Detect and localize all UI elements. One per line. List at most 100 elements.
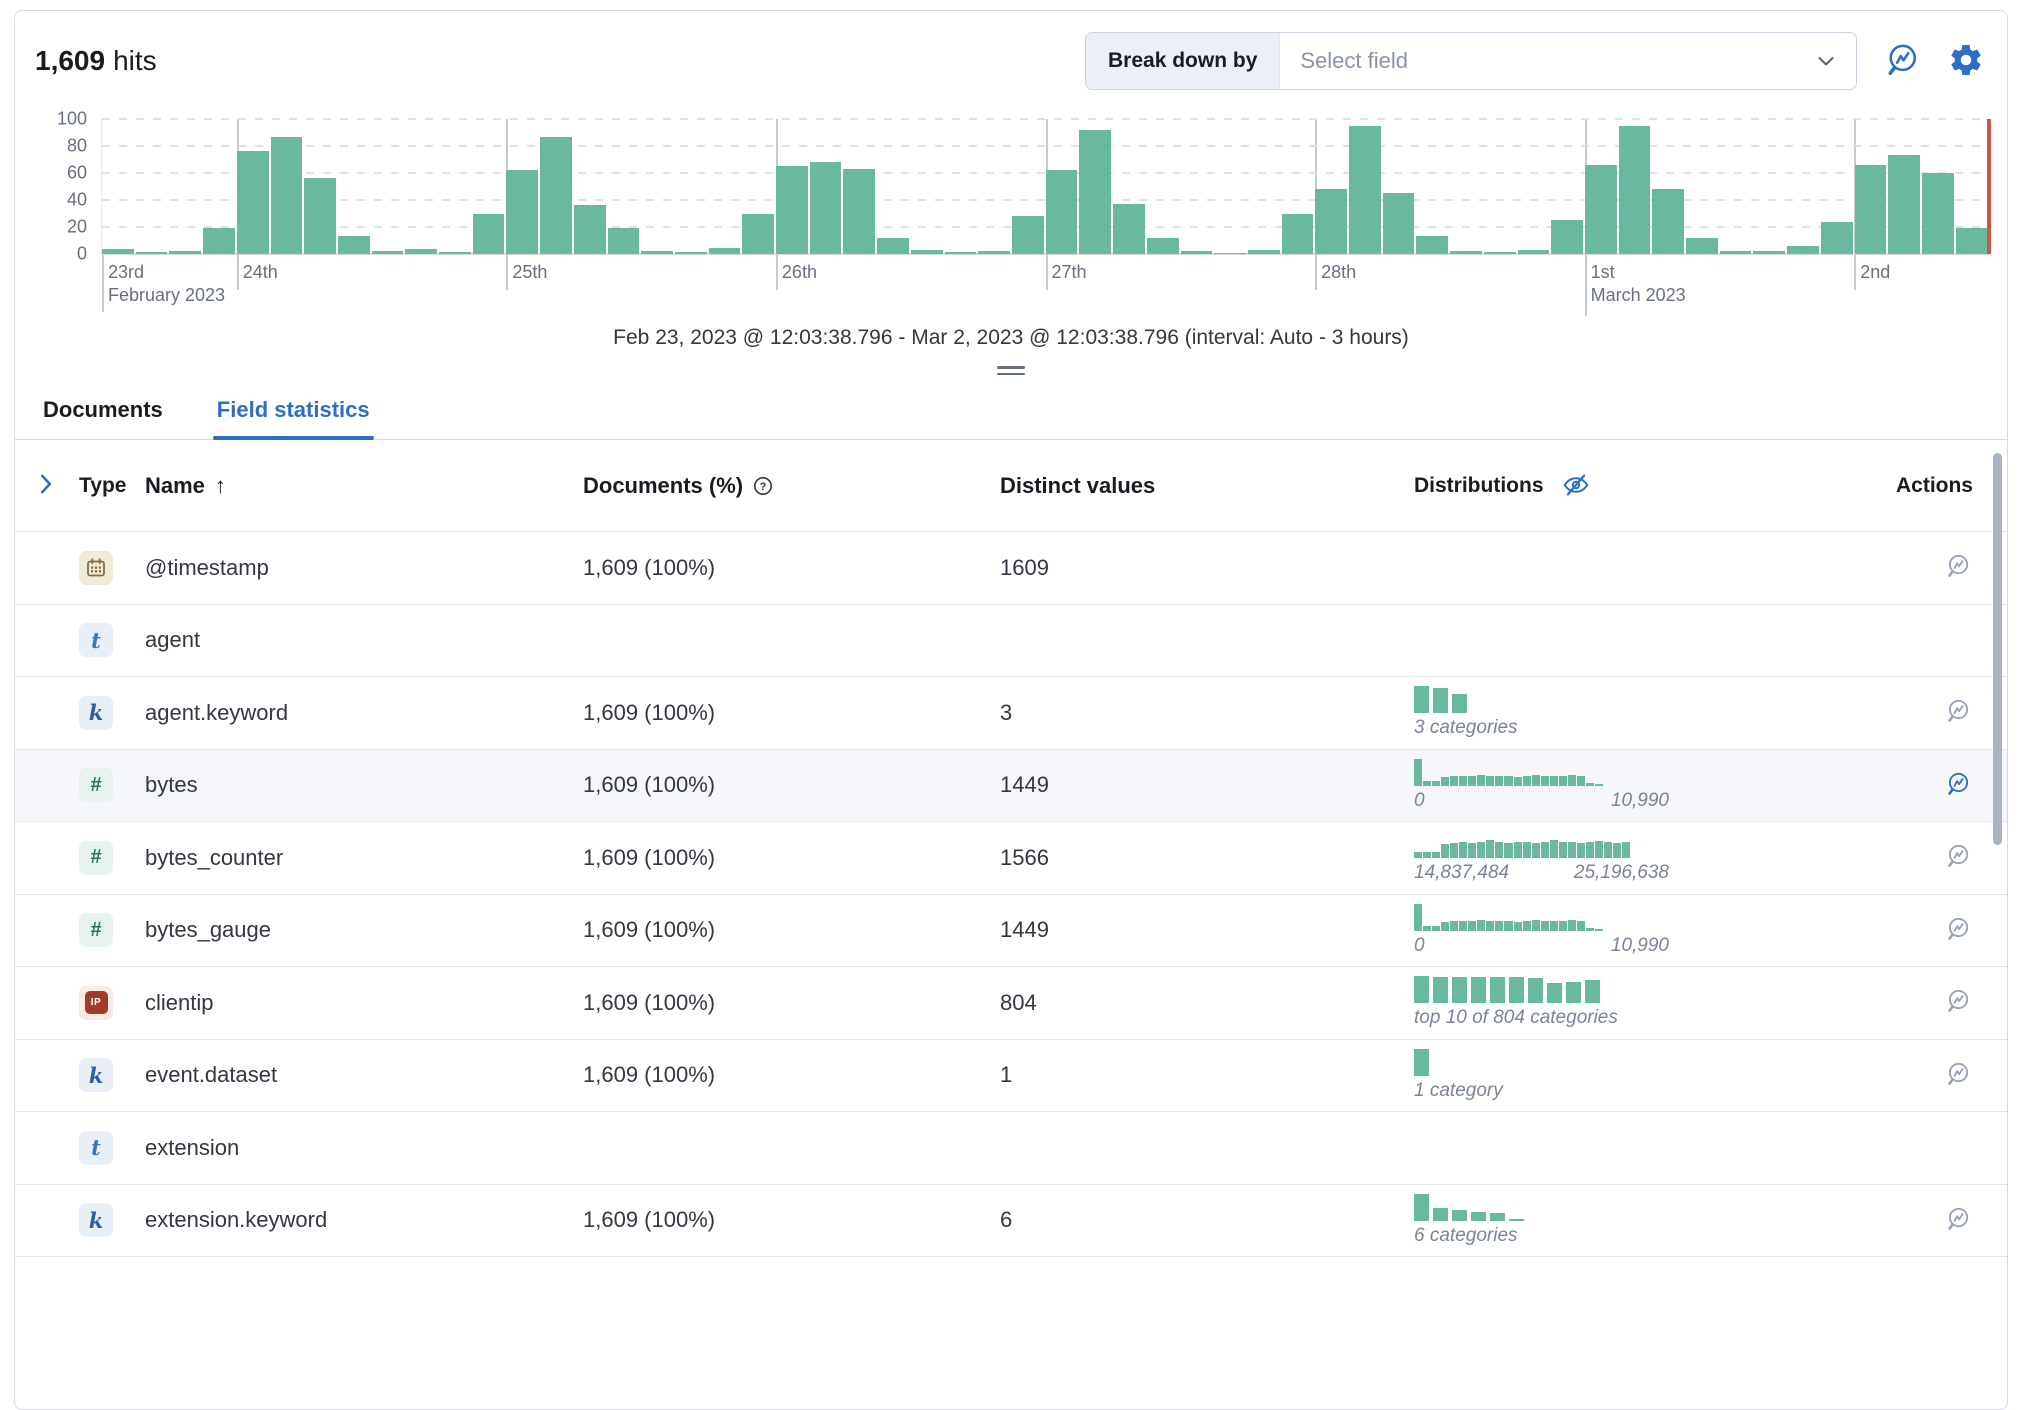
distribution-cell: 1 category <box>1414 1049 1879 1102</box>
expand-row-button[interactable] <box>31 915 61 945</box>
distinct-values: 3 <box>1000 700 1414 726</box>
table-row: # bytes_gauge 1,609 (100%) 1449 010,990 <box>15 895 2007 968</box>
expand-row-button[interactable] <box>31 770 61 800</box>
distribution-cell: 010,990 <box>1414 904 1879 957</box>
expand-row-button[interactable] <box>31 553 61 583</box>
histogram-bar <box>742 214 774 255</box>
distribution-cell: top 10 of 804 categories <box>1414 976 1879 1029</box>
keyword-field-type-icon: k <box>79 1058 113 1092</box>
number-field-type-icon: # <box>79 768 113 802</box>
ip-field-type-icon: IP <box>79 986 113 1020</box>
tab-documents[interactable]: Documents <box>39 387 167 439</box>
expand-row-button[interactable] <box>31 843 61 873</box>
field-stats-table-header: Type Name ↑ Documents (%) ? Distinct val… <box>15 440 2007 532</box>
sort-ascending-icon: ↑ <box>215 473 226 499</box>
histogram-bar <box>1383 193 1415 254</box>
histogram-bar <box>877 238 909 254</box>
edit-visualization-button[interactable] <box>1883 42 1921 80</box>
histogram-bar <box>608 228 640 254</box>
distribution-min-label: 0 <box>1414 790 1425 812</box>
breakdown-field-select[interactable]: Break down by Select field <box>1085 32 1857 90</box>
distinct-values: 1 <box>1000 1062 1414 1088</box>
y-axis-tick: 80 <box>67 136 87 157</box>
expand-row-button[interactable] <box>31 1060 61 1090</box>
visualize-field-button[interactable] <box>1943 770 1973 800</box>
table-row: IP clientip 1,609 (100%) 804 top 10 of 8… <box>15 967 2007 1040</box>
chart-options-gear-button[interactable] <box>1947 42 1985 80</box>
help-icon[interactable]: ? <box>751 474 775 498</box>
current-time-marker <box>1987 119 1991 254</box>
distribution-categories-label: 3 categories <box>1414 717 1518 739</box>
histogram-bar <box>1349 126 1381 254</box>
distribution-cell: 6 categories <box>1414 1194 1879 1247</box>
distribution-cell: 14,837,48425,196,638 <box>1414 831 1879 884</box>
histogram-bar <box>304 178 336 254</box>
distribution-categories-label: 1 category <box>1414 1080 1503 1102</box>
histogram-bar <box>1518 250 1550 254</box>
documents-percent: 1,609 (100%) <box>583 990 1000 1016</box>
distribution-min-label: 0 <box>1414 935 1425 957</box>
histogram-bar <box>1686 238 1718 254</box>
histogram-bar <box>1753 251 1785 254</box>
histogram-bar <box>102 249 134 254</box>
histogram-bar <box>1551 220 1583 254</box>
histogram-bar <box>675 252 707 254</box>
distribution-min-label: 14,837,484 <box>1414 862 1509 884</box>
gear-icon <box>1948 66 1984 81</box>
histogram-bar <box>1315 189 1347 254</box>
histogram-bar <box>1652 189 1684 254</box>
histogram-bar <box>1720 251 1752 254</box>
visualize-field-button[interactable] <box>1943 1060 1973 1090</box>
distribution-categories-label: top 10 of 804 categories <box>1414 1007 1618 1029</box>
text-field-type-icon: t <box>79 623 113 657</box>
visualize-field-button[interactable] <box>1943 843 1973 873</box>
field-name: bytes_counter <box>143 845 583 871</box>
histogram-bar <box>271 137 303 254</box>
visualize-field-button[interactable] <box>1943 698 1973 728</box>
visualize-field-button[interactable] <box>1943 553 1973 583</box>
histogram-bar <box>1619 126 1651 254</box>
name-column-header[interactable]: Name ↑ <box>143 473 583 499</box>
histogram-bar <box>1147 238 1179 254</box>
field-name: clientip <box>143 990 583 1016</box>
expand-row-button[interactable] <box>31 1205 61 1235</box>
field-name: extension <box>143 1135 583 1161</box>
histogram-bars <box>102 119 1989 254</box>
field-name: bytes <box>143 772 583 798</box>
field-name: bytes_gauge <box>143 917 583 943</box>
svg-text:?: ? <box>760 480 767 492</box>
keyword-field-type-icon: k <box>79 1203 113 1237</box>
hits-histogram[interactable]: 020406080100 23rdFebruary 202324th25th26… <box>15 119 1989 254</box>
expand-row-button[interactable] <box>31 988 61 1018</box>
field-stats-table-body: @timestamp 1,609 (100%) 1609 t agent k a… <box>15 532 2007 1257</box>
histogram-bar <box>1585 165 1617 254</box>
toggle-distributions-button[interactable] <box>1560 470 1592 502</box>
chart-resize-handle[interactable] <box>991 366 1031 375</box>
histogram-bar <box>978 251 1010 254</box>
tab-field-statistics[interactable]: Field statistics <box>213 387 374 439</box>
expand-row-button[interactable] <box>31 698 61 728</box>
distribution-top-values: 3 categories <box>1414 686 1518 739</box>
discover-panel: 1,609hits Break down by Select field 020… <box>14 10 2008 1410</box>
expand-row-button[interactable] <box>31 625 61 655</box>
distinct-values: 1609 <box>1000 555 1414 581</box>
histogram-bar <box>1113 204 1145 254</box>
visualize-field-button[interactable] <box>1943 915 1973 945</box>
histogram-bar <box>776 166 808 254</box>
expand-row-button[interactable] <box>31 1133 61 1163</box>
visualize-field-button[interactable] <box>1943 1205 1973 1235</box>
histogram-bar <box>136 252 168 254</box>
expand-all-button[interactable] <box>31 471 61 501</box>
histogram-bar <box>641 251 673 254</box>
documents-percent: 1,609 (100%) <box>583 555 1000 581</box>
visualize-field-button[interactable] <box>1943 988 1973 1018</box>
distribution-cell: 3 categories <box>1414 686 1879 739</box>
date-field-type-icon <box>79 551 113 585</box>
scrollbar-thumb[interactable] <box>1993 453 2002 845</box>
histogram-bar <box>1484 252 1516 254</box>
histogram-bar <box>439 252 471 254</box>
histogram-bar <box>1787 246 1819 254</box>
distribution-histogram: 010,990 <box>1414 759 1669 812</box>
distributions-column-header: Distributions <box>1414 470 1879 502</box>
documents-percent: 1,609 (100%) <box>583 772 1000 798</box>
